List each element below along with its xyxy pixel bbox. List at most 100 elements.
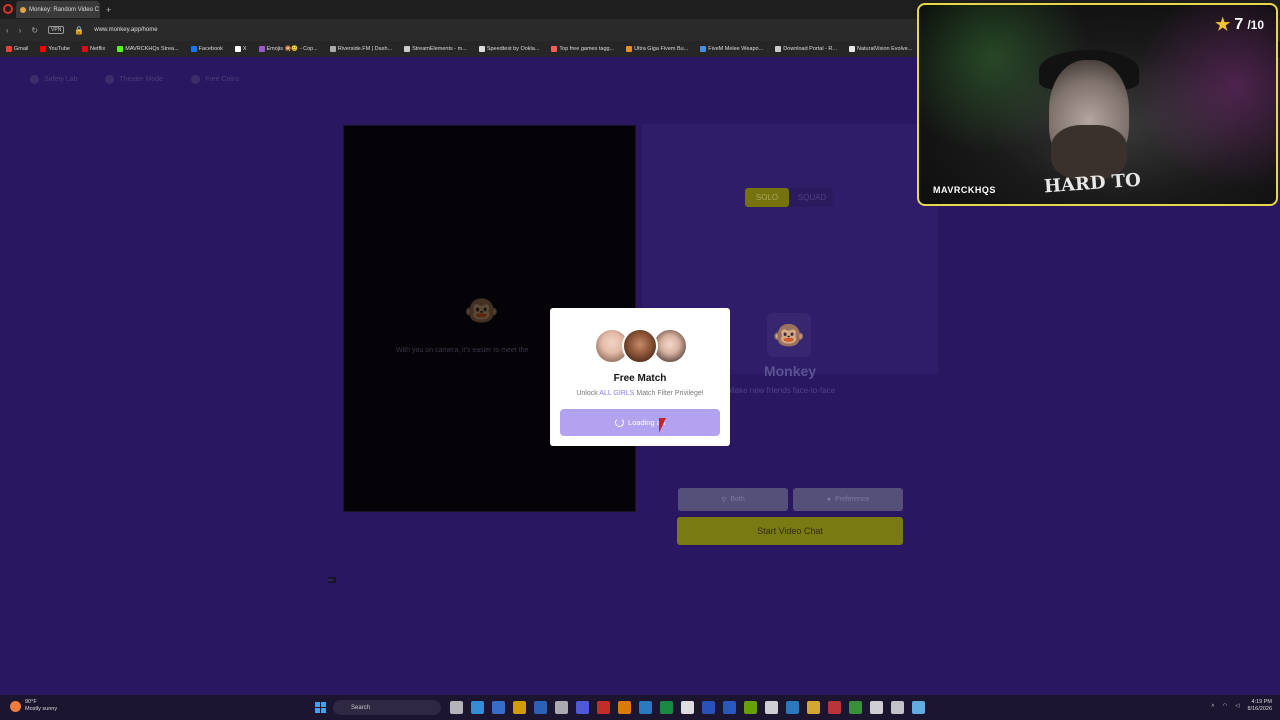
bookmark-label: FiveM Melee Weapo... (708, 46, 764, 52)
taskbar-app-icon[interactable] (597, 701, 610, 714)
taskbar-app-icon[interactable] (912, 701, 925, 714)
chevron-up-icon[interactable]: ˄ (1211, 703, 1214, 710)
windows-taskbar: 90°F Mostly sunny Search ˄ ◠ ◁ 4:19 PM 8/1… (0, 695, 1280, 720)
taskbar-app-icon[interactable] (555, 701, 568, 714)
speaker-icon[interactable]: ◁ (1235, 703, 1239, 710)
avatar (622, 328, 658, 364)
taskbar-app-icon[interactable] (786, 701, 799, 714)
weather-text: Mostly sunny (25, 706, 58, 712)
lock-icon: 🔒 (74, 25, 85, 35)
bookmark-favicon-icon (700, 46, 707, 52)
browser-tab[interactable]: Monkey: Random Video C (16, 1, 100, 18)
taskbar-app-icon[interactable] (492, 701, 505, 714)
top-nav: Safety Lab Theater Mode Free Coins (30, 75, 239, 84)
sun-icon (10, 700, 21, 712)
bookmark-item[interactable]: StreamElements - m... (404, 46, 467, 52)
preference-filter[interactable]: ● Preference (793, 488, 903, 511)
nav-free-coins[interactable]: Free Coins (191, 75, 239, 84)
search-label: Search (351, 704, 371, 711)
brand-subtitle: Make new friends face-to-face (728, 386, 836, 395)
url-field[interactable]: www.monkey.app/home (94, 27, 157, 33)
taskbar-app-icon[interactable] (765, 701, 778, 714)
weather-widget[interactable]: 90°F Mostly sunny (10, 699, 57, 713)
bookmark-label: NaturalVision Evolve... (857, 46, 913, 52)
bookmark-item[interactable]: FiveM Melee Weapo... (700, 46, 763, 52)
time: 4:19 PM (1251, 699, 1272, 705)
taskbar-app-icon[interactable] (639, 701, 652, 714)
bookmark-label: Riverside.FM | Dash... (337, 46, 393, 52)
clock[interactable]: 4:19 PM 8/16/2026 (1248, 699, 1272, 713)
taskbar-app-icon[interactable] (471, 701, 484, 714)
taskbar-search[interactable]: Search (333, 700, 441, 715)
bookmark-favicon-icon (82, 46, 88, 52)
nav-safety-lab[interactable]: Safety Lab (30, 75, 77, 84)
forward-arrow-icon[interactable]: › (19, 26, 22, 35)
taskbar-app-icon[interactable] (618, 701, 631, 714)
bookmark-item[interactable]: Facebook (190, 46, 223, 52)
wifi-icon[interactable]: ◠ (1222, 703, 1227, 710)
avatar-group (594, 328, 690, 366)
back-arrow-icon[interactable]: ‹ (6, 26, 9, 35)
bookmark-favicon-icon (626, 46, 633, 52)
new-tab-plus-icon[interactable]: + (106, 5, 111, 15)
highlight-text: ALL GIRLS (599, 390, 635, 397)
taskbar-app-icon[interactable] (660, 701, 673, 714)
bookmark-item[interactable]: Download Portal - R... (775, 46, 837, 52)
streamer-handle: MAVRCKHQS (933, 185, 996, 195)
brand-title: Monkey (763, 363, 817, 379)
bookmark-favicon-icon (6, 46, 12, 52)
reload-icon[interactable]: ↻ (31, 26, 38, 35)
nav-theater-mode[interactable]: Theater Mode (105, 75, 163, 84)
taskbar-app-icon[interactable] (870, 701, 883, 714)
bookmark-favicon-icon (258, 46, 265, 52)
monkey-logo-icon: 🐵 (767, 313, 811, 357)
bookmark-item[interactable]: Emojis 🎇😊 - Cop... (258, 46, 318, 52)
taskbar-app-icon[interactable] (681, 701, 694, 714)
taskbar-app-icon[interactable] (534, 701, 547, 714)
bookmark-label: StreamElements - m... (412, 46, 467, 52)
camera-hint: With you on camera, it's easier to meet … (396, 347, 529, 354)
start-video-chat-button[interactable]: Start Video Chat (677, 517, 903, 545)
bookmark-item[interactable]: Ultra Giga Fivem Bu... (626, 46, 688, 52)
taskbar-app-icon[interactable] (702, 701, 715, 714)
windows-start-icon[interactable] (315, 702, 326, 713)
bookmark-item[interactable]: YouTube (40, 46, 70, 52)
taskbar-app-icon[interactable] (450, 701, 463, 714)
loading-ad-button[interactable]: Loading ad (560, 409, 720, 436)
taskbar-app-icon[interactable] (576, 701, 589, 714)
webcam-overlay: HARD TO ★ 7/10 MAVRCKHQS (917, 3, 1278, 206)
bookmark-item[interactable]: Top free games tagg... (551, 46, 614, 52)
opera-logo-icon[interactable] (3, 4, 13, 14)
taskbar-app-icon[interactable] (828, 701, 841, 714)
bookmark-favicon-icon (40, 46, 47, 52)
squad-toggle[interactable]: SQUAD (791, 188, 833, 207)
bookmark-item[interactable]: Riverside.FM | Dash... (329, 46, 393, 52)
bookmark-favicon-icon (551, 46, 558, 52)
rating-max: /10 (1247, 18, 1264, 32)
bookmark-label: Speedtest by Ookla... (486, 46, 540, 52)
bookmark-item[interactable]: NaturalVision Evolve... (849, 46, 912, 52)
bookmark-item[interactable]: Speedtest by Ookla... (478, 46, 540, 52)
bookmark-item[interactable]: Gmail (6, 46, 28, 52)
bookmark-label: Top free games tagg... (559, 46, 615, 52)
vpn-badge[interactable]: VPN (48, 26, 65, 34)
bookmark-item[interactable]: Netflix (82, 46, 105, 52)
solo-toggle[interactable]: SOLO (745, 188, 789, 207)
taskbar-app-icon[interactable] (744, 701, 757, 714)
taskbar-app-icon[interactable] (849, 701, 862, 714)
bookmark-label: Facebook (198, 46, 223, 52)
taskbar-app-icon[interactable] (723, 701, 736, 714)
gender-filter-both[interactable]: ⚲ Both (678, 488, 788, 511)
rating-badge: ★ 7/10 (1215, 15, 1264, 35)
taskbar-app-icon[interactable] (891, 701, 904, 714)
bookmark-item[interactable]: X (234, 46, 247, 52)
temperature: 90°F (25, 699, 37, 705)
taskbar-app-icon[interactable] (513, 701, 526, 714)
globe-icon: ● (826, 496, 831, 503)
bookmark-favicon-icon (117, 46, 124, 52)
shield-icon (30, 75, 39, 84)
taskbar-app-icon[interactable] (807, 701, 820, 714)
star-icon: ★ (1215, 15, 1231, 34)
bookmark-label: Gmail (14, 46, 29, 52)
bookmark-item[interactable]: MAVRCKHQs Strea... (117, 46, 179, 52)
